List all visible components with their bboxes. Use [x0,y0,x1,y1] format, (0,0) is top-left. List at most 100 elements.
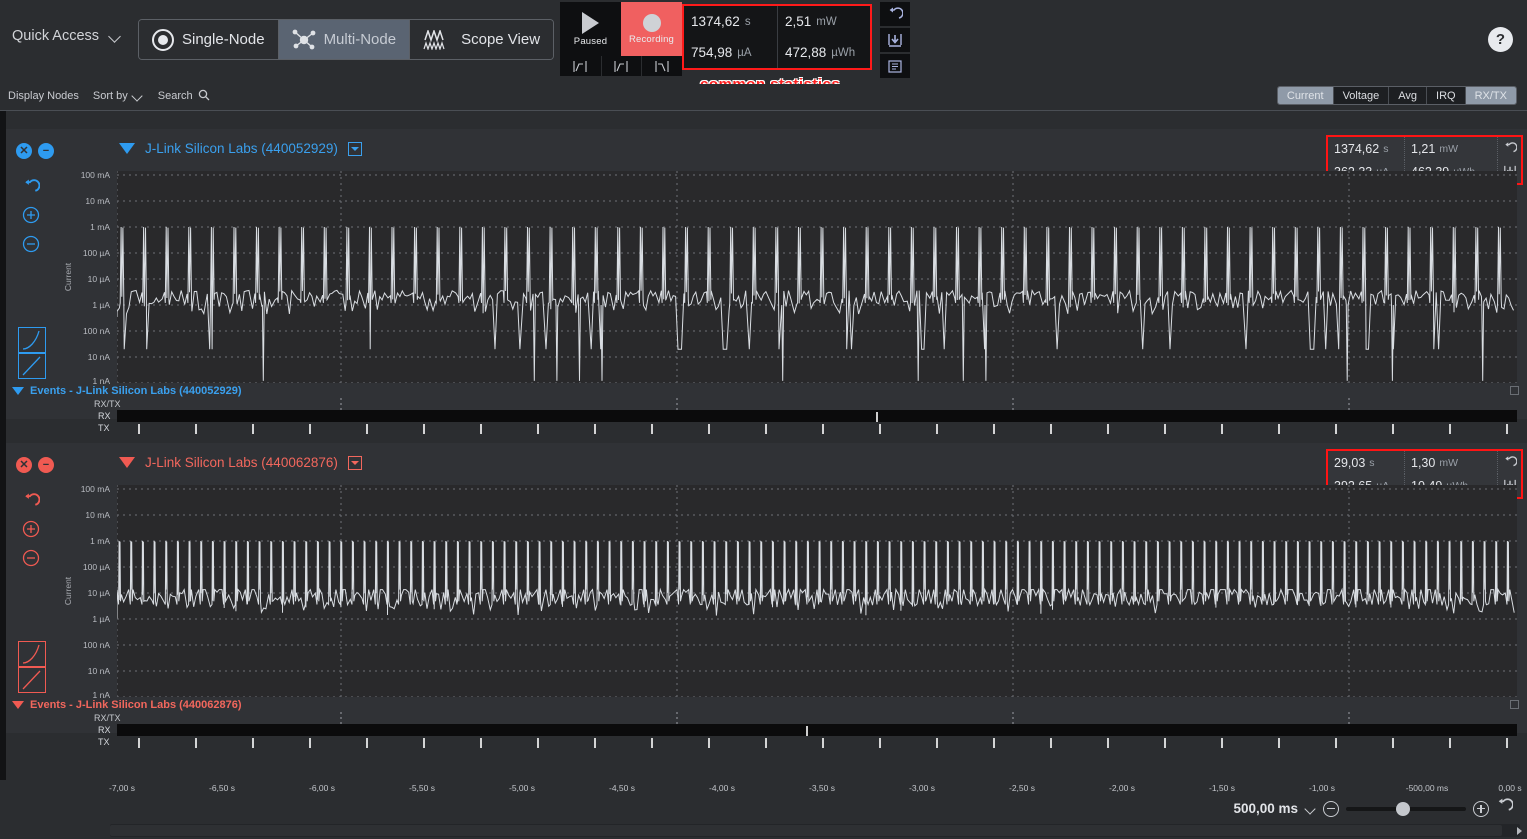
tab-voltage[interactable]: Voltage [1334,87,1390,104]
y-zoom-in-icon[interactable] [22,206,40,229]
common-stat-current-unit: µA [737,47,751,59]
tab-current[interactable]: Current [1278,87,1334,104]
time-tick: -2,00 s [1109,783,1135,793]
common-stat-time-value: 1374,62 [691,14,740,29]
node-stat-time: 29,03 s [1328,451,1404,474]
collapse-events-icon[interactable] [12,387,24,395]
y-tick: 10 nA [88,352,110,362]
y-tick: 1 mA [90,536,110,546]
collapse-node-icon[interactable] [119,457,135,468]
y-zoom-out-icon[interactable] [22,235,40,258]
search-input[interactable]: Search [158,89,210,104]
y-reset-icon[interactable] [22,493,40,514]
log-icon[interactable] [880,54,910,78]
y-tick: 100 µA [83,562,110,572]
y-tick: 100 nA [83,640,110,650]
node-title[interactable]: J-Link Silicon Labs (440062876) [145,455,338,470]
search-label: Search [158,90,193,102]
zoom-out-button[interactable] [1323,801,1339,817]
events-rx-track[interactable] [117,410,1517,422]
chevron-down-icon[interactable] [348,456,362,470]
node-stat-power: 1,30 mW [1404,451,1497,474]
linear-scale-button[interactable] [18,667,46,693]
view-mode-selector: Single-Node Multi [138,19,554,60]
events-body: RX/TX RX TX [6,398,1527,434]
current-waveform-chart[interactable] [117,485,1517,697]
view-mode-multi-node[interactable]: Multi-Node [279,20,411,59]
rising-edge-button-2[interactable] [601,56,642,76]
scroll-right-button[interactable] [1513,824,1525,837]
close-node-button[interactable]: ✕ [16,457,32,473]
node-reset-icon[interactable] [1497,451,1521,474]
view-mode-scope-view[interactable]: Scope View [410,20,553,59]
help-button[interactable]: ? [1488,27,1513,52]
close-node-button[interactable]: ✕ [16,143,32,159]
linear-scale-button[interactable] [18,353,46,379]
node-reset-icon[interactable] [1497,137,1521,160]
y-tick: 10 µA [88,274,110,284]
y-reset-icon[interactable] [22,179,40,200]
node-panel-header: ✕ − J-Link Silicon Labs (440062876) 29,0… [6,443,1527,485]
y-axis-ticks: 100 mA 10 mA 1 mA 100 µA 10 µA 1 µA 100 … [52,171,114,383]
common-stat-current-value: 754,98 [691,45,732,60]
tab-rx-tx[interactable]: RX/TX [1466,87,1516,104]
log-scale-button[interactable] [18,327,46,353]
zoom-reset-icon[interactable] [1496,798,1513,819]
minimize-node-button[interactable]: − [38,457,54,473]
reset-icon[interactable] [880,2,910,26]
tab-irq[interactable]: IRQ [1427,87,1466,104]
play-pause-button[interactable]: Paused [560,2,621,56]
horizontal-scrollbar[interactable] [110,824,1520,837]
zoom-in-button[interactable] [1473,801,1489,817]
y-tick: 100 µA [83,248,110,258]
events-tx-track[interactable] [117,422,1517,434]
events-title: Events - J-Link Silicon Labs (440062876) [30,699,242,711]
node-title[interactable]: J-Link Silicon Labs (440052929) [145,141,338,156]
view-mode-multi-node-label: Multi-Node [324,31,397,48]
time-tick: -2,50 s [1009,783,1035,793]
events-body: RX/TX RX TX [6,712,1527,748]
zoom-slider[interactable] [1346,807,1466,811]
y-axis-ticks: 100 mA 10 mA 1 mA 100 µA 10 µA 1 µA 100 … [52,485,114,697]
node-panel-440052929: ✕ − J-Link Silicon Labs (440052929) 1374… [6,129,1527,419]
common-stat-current: 754,98 µA [684,37,777,68]
y-zoom-in-icon[interactable] [22,520,40,543]
minimize-node-button[interactable]: − [38,143,54,159]
falling-edge-button[interactable] [641,56,682,76]
quick-access-menu[interactable]: Quick Access [12,28,123,44]
events-tx-track[interactable] [117,736,1517,748]
collapse-events-icon[interactable] [12,701,24,709]
events-rx-track[interactable] [117,724,1517,736]
sort-by-label: Sort by [93,90,128,102]
events-header[interactable]: Events - J-Link Silicon Labs (440052929) [6,383,1527,398]
log-scale-button[interactable] [18,641,46,667]
events-collapse-icon[interactable] [1510,700,1519,709]
play-icon [582,12,599,34]
power-profiler-app: Quick Access Single-Node [0,0,1527,839]
chevron-down-icon[interactable] [1305,806,1316,812]
view-mode-single-node[interactable]: Single-Node [139,20,279,59]
y-zoom-out-icon[interactable] [22,549,40,572]
scrollbar-thumb[interactable] [110,825,1502,836]
chevron-down-icon[interactable] [348,142,362,156]
collapse-node-icon[interactable] [119,143,135,154]
events-header[interactable]: Events - J-Link Silicon Labs (440062876) [6,697,1527,712]
y-tick: 100 mA [81,170,110,180]
node-stat-power: 1,21 mW [1404,137,1497,160]
time-tick: -1,50 s [1209,783,1235,793]
rising-edge-button-1[interactable] [560,56,601,76]
display-nodes-button[interactable]: Display Nodes [8,90,79,102]
time-tick: -5,50 s [409,783,435,793]
events-collapse-icon[interactable] [1510,386,1519,395]
current-waveform-chart[interactable] [117,171,1517,383]
record-button[interactable]: Recording [621,2,682,56]
chevron-down-icon[interactable] [109,32,123,40]
scope-view-icon [423,30,453,50]
y-tick: 1 µA [92,614,110,624]
tab-avg[interactable]: Avg [1389,87,1427,104]
sort-by-dropdown[interactable]: Sort by [93,90,144,102]
node-stat-time-unit: s [1383,143,1388,155]
save-icon[interactable] [880,28,910,52]
events-row-tx-label: TX [98,737,110,747]
zoom-slider-knob[interactable] [1396,802,1410,816]
